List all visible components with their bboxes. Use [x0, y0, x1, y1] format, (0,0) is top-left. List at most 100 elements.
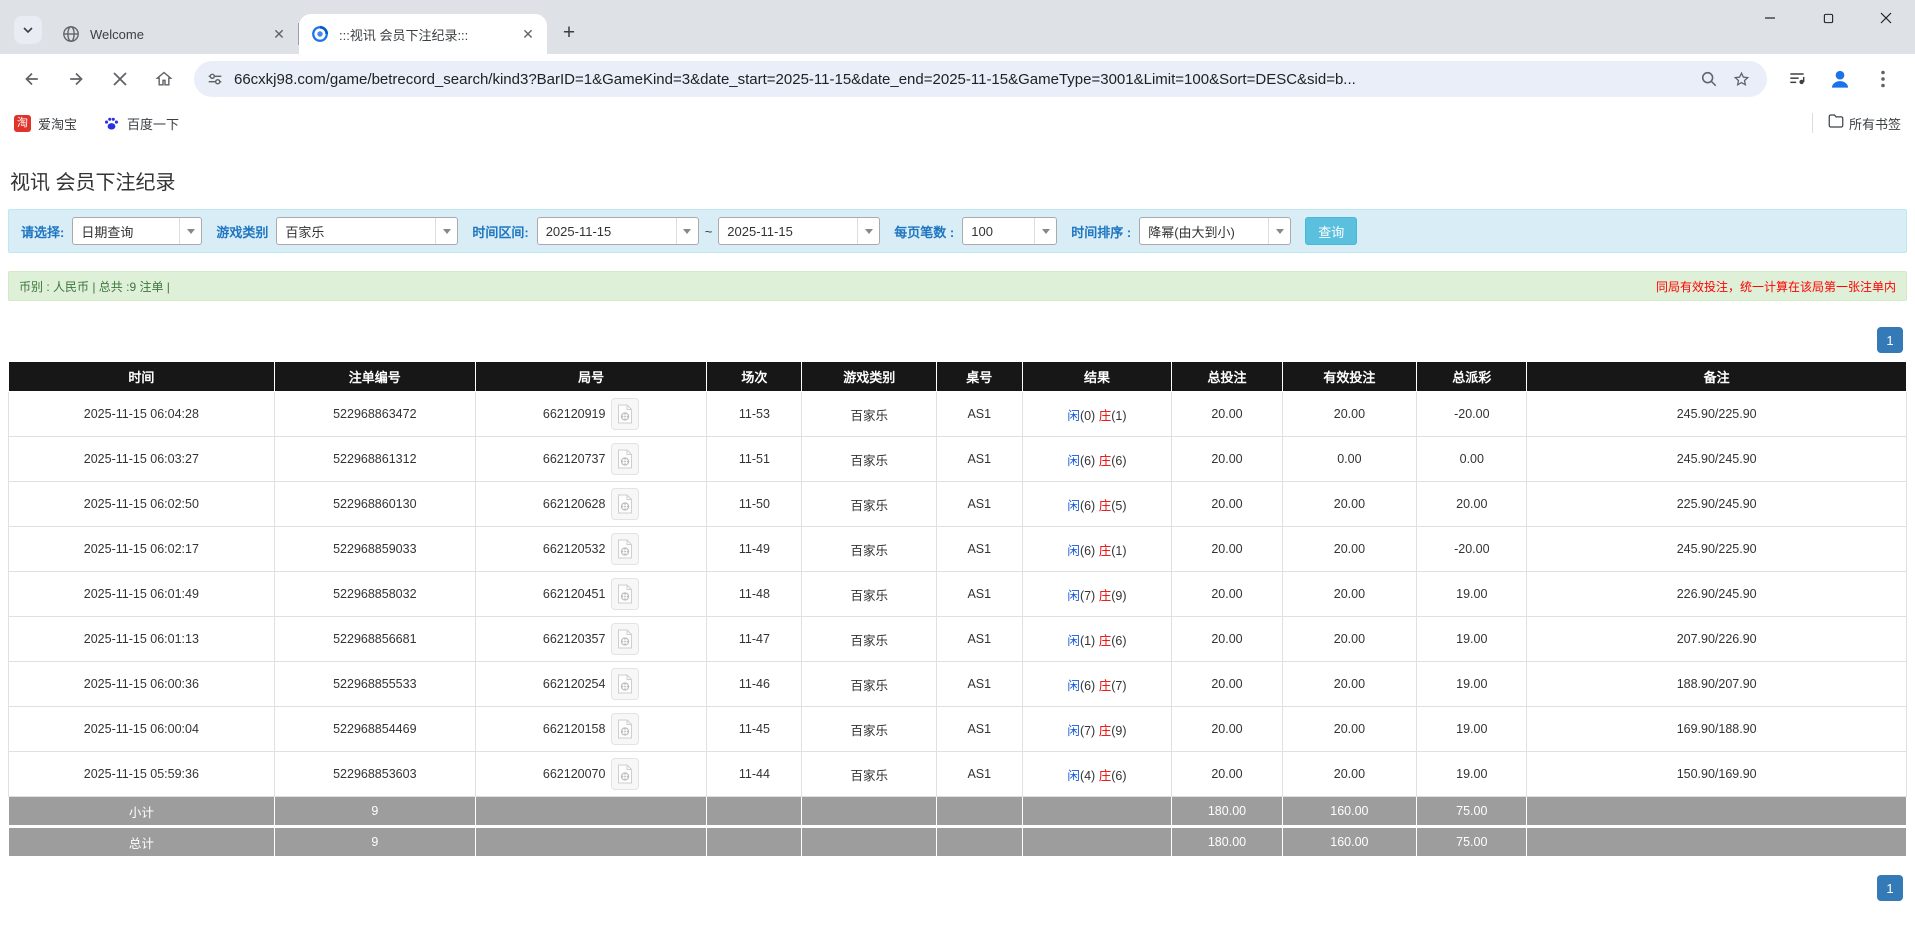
round-cell: 662120357: [475, 617, 707, 662]
video-replay-button[interactable]: [611, 533, 639, 565]
total-payout: 75.00: [1417, 827, 1527, 857]
video-replay-button[interactable]: [611, 758, 639, 790]
currency-summary: 币别 : 人民币 | 总共 :9 注单 |: [19, 278, 170, 295]
time-cell: 2025-11-15 06:02:17: [9, 527, 275, 572]
total-bet-link[interactable]: 20.00: [1172, 527, 1282, 572]
magnifier-icon: [1700, 70, 1718, 88]
date-end-value: 2025-11-15: [719, 224, 857, 239]
page-number-button[interactable]: 1: [1877, 327, 1903, 353]
note-cell: 188.90/207.90: [1527, 662, 1907, 707]
total-bet-link[interactable]: 20.00: [1172, 437, 1282, 482]
result-banker: 庄: [1099, 769, 1112, 783]
video-replay-button[interactable]: [611, 488, 639, 520]
video-replay-button[interactable]: [611, 713, 639, 745]
all-bookmarks[interactable]: 所有书签: [1812, 112, 1901, 135]
result-player-score: (1): [1080, 634, 1095, 648]
table-row: 2025-11-15 06:01:13 522968856681 6621203…: [9, 617, 1907, 662]
site-favicon: [311, 25, 329, 43]
page-number-button[interactable]: 1: [1877, 875, 1903, 901]
col-valid-bet: 有效投注: [1282, 362, 1417, 392]
session-cell: 11-47: [707, 617, 802, 662]
total-bet-link[interactable]: 20.00: [1172, 572, 1282, 617]
page-content: 视讯 会员下注纪录 请选择: 日期查询 游戏类别 百家乐 时间区间: 2025-…: [0, 166, 1915, 901]
site-info-icon[interactable]: [206, 70, 224, 88]
video-replay-button[interactable]: [611, 623, 639, 655]
bookmark-star-button[interactable]: [1727, 65, 1755, 93]
game-cell: 百家乐: [802, 617, 937, 662]
note-cell: 245.90/225.90: [1527, 392, 1907, 437]
minimize-button[interactable]: [1741, 0, 1799, 36]
new-tab-button[interactable]: +: [555, 19, 583, 47]
video-replay-button[interactable]: [611, 443, 639, 475]
video-replay-button[interactable]: [611, 398, 639, 430]
tab-close-icon[interactable]: ✕: [270, 25, 288, 43]
url-text[interactable]: 66cxkj98.com/game/betrecord_search/kind3…: [234, 71, 1691, 88]
home-button[interactable]: [147, 62, 181, 96]
result-banker-score: (9): [1111, 589, 1126, 603]
chevron-down-icon: [676, 218, 698, 244]
payout-cell: 19.00: [1417, 662, 1527, 707]
address-bar[interactable]: 66cxkj98.com/game/betrecord_search/kind3…: [194, 61, 1767, 97]
zoom-button[interactable]: [1695, 65, 1723, 93]
tab-close-icon[interactable]: ✕: [519, 25, 537, 43]
media-tune-icon: [1787, 69, 1807, 89]
video-file-icon: [617, 764, 633, 784]
date-start-select[interactable]: 2025-11-15: [537, 217, 699, 245]
forward-button[interactable]: [59, 62, 93, 96]
back-button[interactable]: [15, 62, 49, 96]
profile-avatar[interactable]: [1825, 64, 1855, 94]
total-count: 9: [274, 827, 475, 857]
bet-id-cell: 522968855533: [274, 662, 475, 707]
three-dots-icon: [1881, 70, 1885, 88]
time-cell: 2025-11-15 06:01:13: [9, 617, 275, 662]
browser-menu-button[interactable]: [1866, 62, 1900, 96]
col-time: 时间: [9, 362, 275, 392]
video-file-icon: [617, 494, 633, 514]
payout-cell: 19.00: [1417, 617, 1527, 662]
bet-id-cell: 522968859033: [274, 527, 475, 572]
chevron-down-icon: [435, 218, 457, 244]
query-type-select[interactable]: 日期查询: [72, 217, 202, 245]
round-number: 662120532: [543, 542, 606, 556]
sort-select[interactable]: 降幂(由大到小): [1139, 217, 1291, 245]
result-player: 闲: [1067, 409, 1080, 423]
query-type-value: 日期查询: [73, 222, 179, 241]
tab-search-button[interactable]: [14, 16, 42, 44]
result-player-score: (6): [1080, 454, 1095, 468]
game-cell: 百家乐: [802, 392, 937, 437]
date-end-select[interactable]: 2025-11-15: [718, 217, 880, 245]
stop-loading-button[interactable]: [103, 62, 137, 96]
maximize-button[interactable]: [1799, 0, 1857, 36]
tab-betrecord[interactable]: :::视讯 会员下注纪录::: ✕: [299, 14, 547, 54]
game-type-label: 游戏类别: [216, 222, 268, 241]
total-bet-link[interactable]: 20.00: [1172, 662, 1282, 707]
tab-welcome[interactable]: Welcome ✕: [50, 14, 298, 54]
result-player-score: (6): [1080, 679, 1095, 693]
result-player: 闲: [1067, 634, 1080, 648]
close-window-button[interactable]: [1857, 0, 1915, 36]
subtotal-row: 小计 9 180.00 160.00 75.00: [9, 797, 1907, 827]
bookmark-baidu[interactable]: 百度一下: [103, 114, 179, 133]
total-bet-link[interactable]: 20.00: [1172, 752, 1282, 797]
video-replay-button[interactable]: [611, 578, 639, 610]
bookmark-taobao[interactable]: 淘 爱淘宝: [14, 114, 77, 133]
result-banker-score: (1): [1111, 544, 1126, 558]
total-bet-link[interactable]: 20.00: [1172, 482, 1282, 527]
result-banker: 庄: [1099, 499, 1112, 513]
query-button[interactable]: 查询: [1305, 217, 1357, 245]
valid-bet-cell: 20.00: [1282, 707, 1417, 752]
game-type-select[interactable]: 百家乐: [276, 217, 458, 245]
payout-cell: 20.00: [1417, 482, 1527, 527]
total-bet-link[interactable]: 20.00: [1172, 392, 1282, 437]
note-cell: 245.90/245.90: [1527, 437, 1907, 482]
note-cell: 150.90/169.90: [1527, 752, 1907, 797]
video-replay-button[interactable]: [611, 668, 639, 700]
media-controls-button[interactable]: [1780, 62, 1814, 96]
result-player-score: (0): [1080, 409, 1095, 423]
total-bet-link[interactable]: 20.00: [1172, 617, 1282, 662]
result-banker-score: (9): [1111, 724, 1126, 738]
round-cell: 662120532: [475, 527, 707, 572]
result-player: 闲: [1067, 499, 1080, 513]
total-bet-link[interactable]: 20.00: [1172, 707, 1282, 752]
per-page-select[interactable]: 100: [962, 217, 1057, 245]
